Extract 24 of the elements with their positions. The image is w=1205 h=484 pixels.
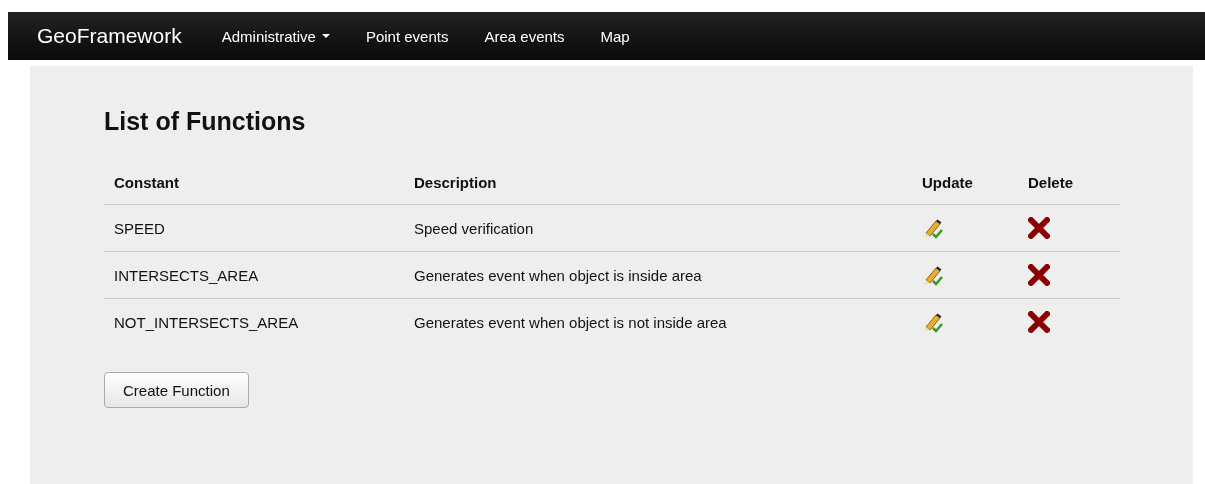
column-header: Delete [1018,161,1120,205]
caret-icon [321,34,330,38]
edit-icon[interactable] [922,264,944,286]
table-cell: Speed verification [404,204,912,252]
table-cell: SPEED [104,204,404,252]
nav-link[interactable]: Point events [347,27,467,45]
table-cell: INTERSECTS_AREA [104,251,404,299]
table-cell: NOT_INTERSECTS_AREA [104,298,404,345]
nav-dropdown[interactable]: Administrative [203,27,348,45]
nav-link[interactable]: Map [582,27,648,45]
edit-icon[interactable] [922,217,944,239]
table-cell: Generates event when object is inside area [404,251,912,299]
delete-icon[interactable] [1028,217,1050,239]
table-cell: Generates event when object is not inside area [404,298,912,345]
column-header: Description [404,161,912,205]
column-header: Constant [104,161,404,205]
create-function-button[interactable]: Create Function [104,372,249,408]
delete-icon[interactable] [1028,264,1050,286]
delete-icon[interactable] [1028,311,1050,333]
column-header: Update [912,161,1018,205]
brand-link[interactable]: GeoFramework [37,24,182,48]
nav-link[interactable]: Area events [466,27,583,45]
edit-icon[interactable] [922,311,944,333]
page-title: List of Functions [104,106,307,136]
